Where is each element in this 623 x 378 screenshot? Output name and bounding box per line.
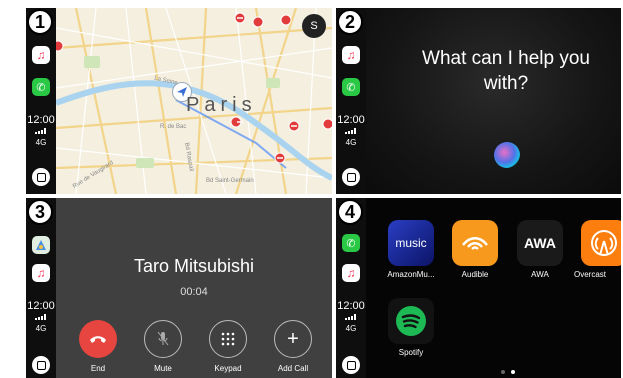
end-call-button[interactable] (79, 320, 117, 358)
clock: 12:00 (337, 114, 365, 126)
signal-icon (35, 128, 49, 134)
app-label: AWA (531, 270, 549, 279)
clock: 12:00 (337, 300, 365, 312)
caller-name: Taro Mitsubishi (133, 256, 255, 276)
signal-icon (345, 314, 359, 320)
keypad-icon (221, 332, 235, 346)
app-label: Overcast (574, 270, 607, 279)
mute-button[interactable] (144, 320, 182, 358)
add-call-button[interactable]: + (274, 320, 312, 358)
awa-app-icon[interactable]: AWA (517, 220, 563, 266)
dock: ♫ ✆ 12:00 4G (336, 8, 366, 194)
panel-phone-call: 3 Taro Mitsubishi 00:04 End Mute Keypad … (26, 198, 332, 378)
panel-siri: 2 What can I help you with? ♫ ✆ 12:00 4G (336, 8, 621, 194)
street-label: Bd Saint-Germain (206, 178, 254, 184)
app-label: Spotify (398, 348, 424, 357)
page-dot-active[interactable] (511, 370, 515, 374)
microphone-icon (157, 331, 169, 346)
dock: ♫ ✆ 12:00 4G (26, 8, 56, 194)
siri-prompt: What can I help you with? (422, 48, 590, 94)
siri-orb-icon[interactable] (494, 142, 520, 168)
map-city-label: Paris (186, 94, 257, 116)
panel-number-badge: 3 (27, 199, 53, 225)
audible-app-icon[interactable] (452, 220, 498, 266)
clock: 12:00 (27, 300, 55, 312)
signal-icon (35, 314, 49, 320)
home-button[interactable] (342, 356, 360, 374)
phone-app-icon[interactable]: ✆ (342, 78, 360, 96)
network-label: 4G (35, 324, 47, 333)
panel-number-badge: 2 (337, 9, 363, 35)
home-button[interactable] (342, 168, 360, 186)
network-label: 4G (345, 138, 357, 147)
music-app-icon[interactable]: ♫ (32, 264, 50, 282)
spotify-app-icon[interactable] (388, 298, 434, 344)
add-call-label: Add Call (277, 364, 309, 373)
signal-icon (345, 128, 359, 134)
home-button[interactable] (32, 356, 50, 374)
page-dot[interactable] (501, 370, 505, 374)
music-app-icon[interactable]: ♫ (342, 46, 360, 64)
panel-number-badge: 1 (27, 9, 53, 35)
call-duration: 00:04 (180, 286, 208, 298)
end-call-label: End (90, 364, 106, 373)
tile-text: music (395, 236, 427, 250)
app-label: Audible (461, 270, 489, 279)
mute-label: Mute (154, 364, 172, 373)
phone-hangup-icon (90, 336, 106, 343)
music-app-icon[interactable]: ♫ (342, 264, 360, 282)
profile-avatar[interactable]: S (302, 14, 326, 38)
network-label: 4G (35, 138, 47, 147)
maps-app-icon[interactable] (32, 236, 50, 254)
dock: ♫ 12:00 4G (26, 198, 56, 378)
app-label: AmazonMu... (387, 270, 435, 279)
tile-text: AWA (524, 235, 556, 251)
music-app-icon[interactable]: ♫ (32, 46, 50, 64)
phone-app-icon[interactable]: ✆ (32, 78, 50, 96)
panel-maps: 1 Paris La Seine Rue de Vaugirard Bd Ras… (26, 8, 332, 194)
clock: 12:00 (27, 114, 55, 126)
siri-background (366, 8, 621, 194)
home-button[interactable] (32, 168, 50, 186)
panel-number-badge: 4 (337, 199, 363, 225)
keypad-label: Keypad (214, 364, 242, 373)
dock: ✆ ♫ 12:00 4G (336, 198, 366, 378)
plus-icon: + (287, 328, 299, 350)
amazon-music-app-icon[interactable]: music (388, 220, 434, 266)
street-label: R. de Bac (160, 124, 187, 130)
phone-app-icon[interactable]: ✆ (342, 234, 360, 252)
panel-app-grid: 4 music AmazonMu... Audible AWA AWA Over… (336, 198, 621, 378)
keypad-button[interactable] (209, 320, 247, 358)
map-view[interactable]: Paris La Seine Rue de Vaugirard Bd Raspa… (56, 8, 332, 194)
overcast-app-icon[interactable] (581, 220, 621, 266)
network-label: 4G (345, 324, 357, 333)
